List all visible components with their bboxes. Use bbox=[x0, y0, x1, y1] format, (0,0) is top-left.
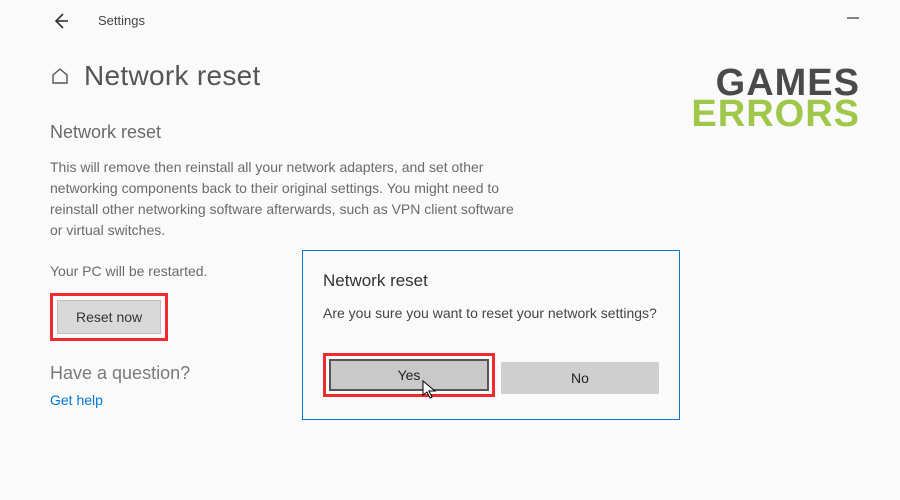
dialog-message: Are you sure you want to reset your netw… bbox=[323, 305, 659, 321]
home-icon[interactable] bbox=[50, 66, 70, 86]
highlight-box-yes: Yes bbox=[323, 353, 495, 397]
no-button[interactable]: No bbox=[501, 362, 659, 394]
reset-now-button[interactable]: Reset now bbox=[57, 300, 161, 334]
dialog-buttons: Yes No bbox=[323, 353, 659, 397]
back-button[interactable] bbox=[50, 10, 72, 32]
watermark-line2: ERRORS bbox=[691, 99, 860, 130]
watermark: GAMES ERRORS bbox=[691, 68, 860, 130]
dialog-title: Network reset bbox=[323, 271, 659, 291]
section-title: Network reset bbox=[50, 122, 520, 143]
title-bar: Settings bbox=[0, 0, 900, 40]
page-title: Network reset bbox=[84, 60, 261, 92]
highlight-box-reset: Reset now bbox=[50, 293, 168, 341]
minimize-button[interactable] bbox=[836, 8, 870, 31]
app-title: Settings bbox=[98, 13, 145, 28]
section-description: This will remove then reinstall all your… bbox=[50, 157, 520, 241]
yes-button[interactable]: Yes bbox=[329, 359, 489, 391]
confirm-dialog: Network reset Are you sure you want to r… bbox=[302, 250, 680, 420]
